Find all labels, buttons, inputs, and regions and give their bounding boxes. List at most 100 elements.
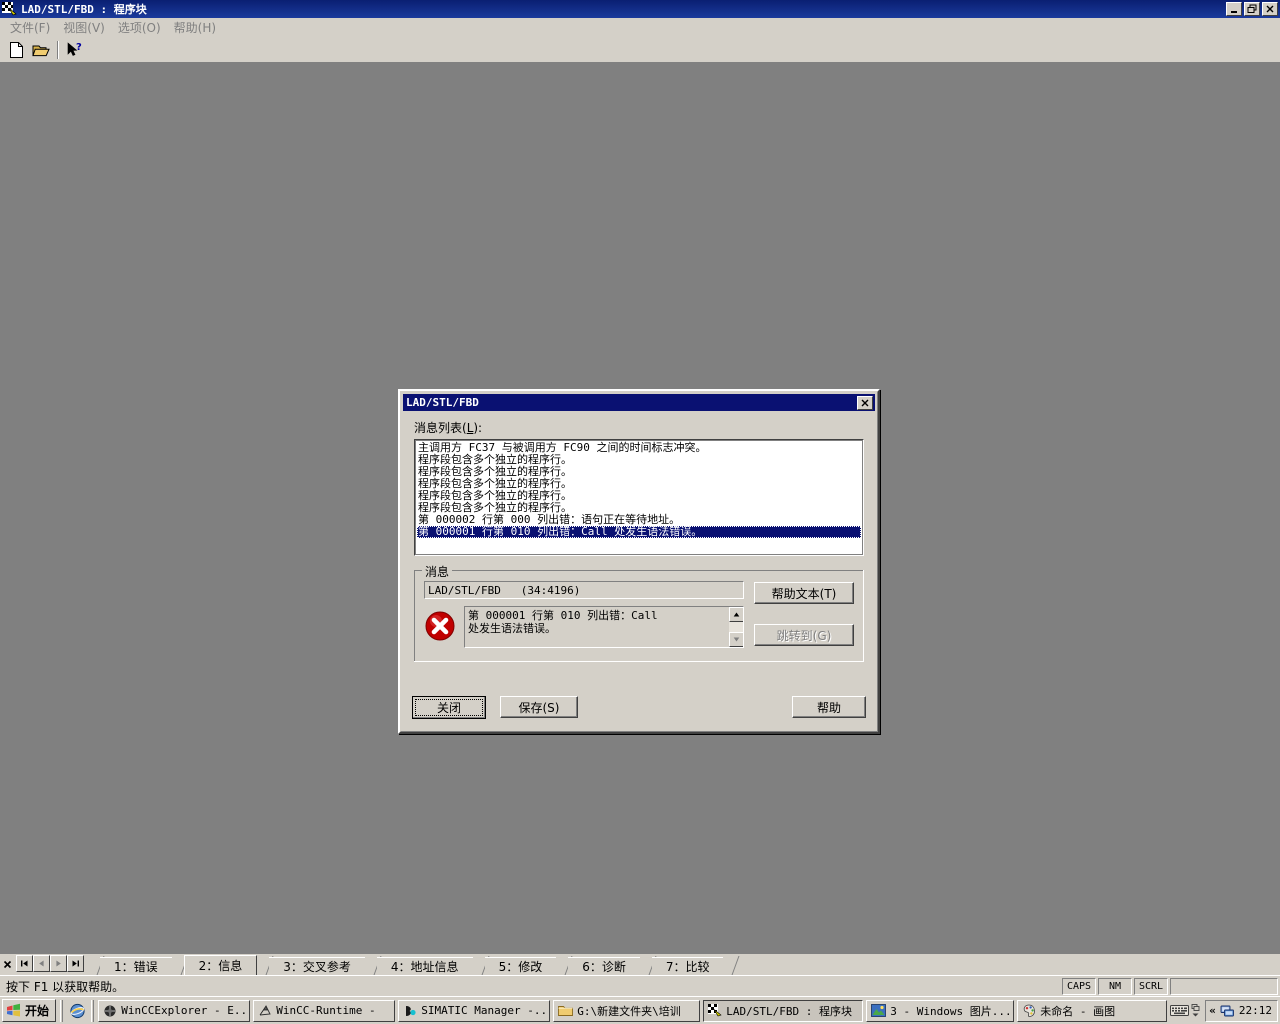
task-label: 未命名 - 画图: [1040, 1004, 1116, 1018]
menu-options[interactable]: 选项(O): [114, 17, 170, 38]
clock[interactable]: 22:12: [1239, 1004, 1272, 1017]
tab-separator: [365, 956, 377, 975]
windows-flag-icon: [6, 1003, 22, 1018]
toolbar-separator: [57, 40, 59, 59]
help-button[interactable]: 帮助: [792, 696, 866, 718]
lad-stl-fbd-icon: [2, 2, 18, 16]
quicklaunch-ie-icon[interactable]: [67, 1001, 87, 1021]
message-group-legend: 消息: [422, 563, 453, 580]
task-windows-picture-viewer[interactable]: 3 - Windows 图片...: [866, 999, 1015, 1022]
help-text-button[interactable]: 帮助文本(T): [754, 582, 854, 604]
task-wincc-explorer[interactable]: WinCCExplorer - E...: [98, 999, 251, 1022]
tab-errors[interactable]: 1：错误: [100, 957, 172, 975]
task-button-list: WinCCExplorer - E... WinCC-Runtime - SIM…: [98, 999, 1168, 1022]
tab-diagnostics[interactable]: 6：诊断: [568, 957, 640, 975]
menu-file[interactable]: 文件(F): [6, 17, 59, 38]
goto-button: 跳转到(G): [754, 624, 854, 646]
tab-strip: 1：错误 2：信息 3：交叉参考 4：地址信息 5：修改 6：诊断 7：比较: [0, 953, 1280, 975]
mdi-workspace: LAD/STL/FBD 消息列表(L): 主调用方 FC37 与被调用方 FC9…: [0, 63, 1280, 953]
tab-nav-prev[interactable]: [33, 955, 50, 972]
new-document-button[interactable]: [4, 39, 28, 61]
tabstrip-close-icon[interactable]: [1, 956, 14, 972]
message-group-box: 消息 LAD/STL/FBD (34:4196) 第 000001 行第 010…: [414, 563, 864, 662]
menu-view[interactable]: 视图(V): [59, 17, 114, 38]
context-help-button[interactable]: ?: [63, 39, 87, 61]
scroll-down-button[interactable]: [729, 632, 743, 647]
task-paint[interactable]: 未命名 - 画图: [1017, 999, 1168, 1022]
tab-compare[interactable]: 7：比较: [651, 957, 724, 975]
tabs-area: 1：错误 2：信息 3：交叉参考 4：地址信息 5：修改 6：诊断 7：比较: [88, 955, 1280, 975]
task-label: LAD/STL/FBD : 程序块: [726, 1004, 852, 1018]
tab-separator: [473, 956, 485, 975]
tray-expand-icon[interactable]: «: [1209, 1004, 1216, 1017]
message-detail-text: 第 000001 行第 010 列出错：Call 处发生语法错误。: [468, 609, 658, 635]
runtime-icon: [258, 1004, 272, 1018]
task-label: WinCC-Runtime -: [276, 1004, 376, 1017]
minimize-button[interactable]: [1226, 2, 1242, 16]
task-label: 3 - Windows 图片...: [890, 1004, 1010, 1018]
restore-button[interactable]: [1244, 2, 1260, 16]
context-help-icon: ?: [66, 42, 84, 58]
dialog-titlebar: LAD/STL/FBD: [403, 394, 875, 411]
list-item-selected[interactable]: 第 000001 行第 010 列出错：Call 处发生语法错误。: [417, 526, 861, 538]
taskbar-separator: [60, 999, 64, 1022]
task-lad-stl-fbd[interactable]: LAD/STL/FBD : 程序块: [703, 999, 864, 1022]
message-listbox[interactable]: 主调用方 FC37 与被调用方 FC90 之间的时间标志冲突。 程序段包含多个独…: [414, 439, 864, 556]
task-explorer-folder[interactable]: G:\新建文件夹\培训: [553, 999, 701, 1022]
close-button[interactable]: [1262, 2, 1278, 16]
window-controls: [1226, 2, 1278, 16]
folder-icon: [558, 1004, 574, 1017]
dialog-title: LAD/STL/FBD: [406, 396, 479, 409]
status-bar: 按下 F1 以获取帮助。 CAPS NM SCRL: [0, 975, 1280, 996]
lad-stl-fbd-dialog: LAD/STL/FBD 消息列表(L): 主调用方 FC37 与被调用方 FC9…: [398, 389, 880, 734]
taskbar-separator: [91, 999, 95, 1022]
task-simatic-manager[interactable]: SIMATIC Manager -...: [398, 999, 551, 1022]
quick-launch-bar: [67, 1001, 87, 1021]
tab-modify[interactable]: 5：修改: [484, 957, 557, 975]
tab-separator: [172, 956, 184, 975]
tab-nav-last[interactable]: [67, 955, 84, 972]
open-folder-button[interactable]: [29, 39, 53, 61]
tab-separator: [723, 956, 735, 975]
dialog-button-row: 关闭 保存(S) 帮助: [412, 695, 866, 719]
taskbar: 开始 WinCCExplorer - E... WinCC-Runtime - …: [0, 996, 1280, 1024]
open-folder-icon: [32, 42, 50, 58]
message-source-field: LAD/STL/FBD (34:4196): [424, 581, 744, 599]
tab-nav-first[interactable]: [16, 955, 33, 972]
keyboard-icon[interactable]: [1170, 1003, 1190, 1018]
status-num: NM: [1098, 977, 1132, 995]
tab-cross-reference[interactable]: 3：交叉参考: [269, 957, 365, 975]
ime-expand-button[interactable]: [1191, 1004, 1200, 1017]
lad-icon: [708, 1004, 722, 1017]
new-document-icon: [9, 41, 24, 58]
scroll-up-button[interactable]: [729, 607, 743, 622]
tabstrip-nav-buttons: [16, 955, 84, 972]
start-button[interactable]: 开始: [2, 999, 57, 1022]
status-caps: CAPS: [1062, 977, 1096, 995]
status-scroll: SCRL: [1134, 977, 1168, 995]
tab-separator: [88, 956, 100, 975]
menu-help[interactable]: 帮助(H): [170, 17, 225, 38]
error-icon: [424, 610, 456, 642]
system-tray: « 22:12: [1205, 999, 1278, 1022]
status-hint: 按下 F1 以获取帮助。: [6, 979, 125, 994]
tab-nav-next[interactable]: [50, 955, 67, 972]
application-window: LAD/STL/FBD : 程序块 文件(F) 视图(V) 选项(O) 帮助(H…: [0, 0, 1280, 996]
tab-address-info[interactable]: 4：地址信息: [376, 957, 473, 975]
task-label: SIMATIC Manager -...: [421, 1004, 546, 1017]
scrollbar-track[interactable]: [729, 622, 743, 632]
simatic-icon: [403, 1004, 417, 1018]
focus-ring: [415, 698, 483, 716]
close-button[interactable]: 关闭: [412, 695, 486, 719]
wincc-icon: [103, 1004, 117, 1018]
task-wincc-runtime[interactable]: WinCC-Runtime -: [253, 999, 396, 1022]
tab-info[interactable]: 2：信息: [183, 955, 258, 975]
network-icon[interactable]: [1220, 1004, 1235, 1018]
save-button[interactable]: 保存(S): [500, 696, 578, 718]
status-spare-panel: [1170, 977, 1278, 995]
dialog-close-button[interactable]: [857, 395, 873, 410]
message-detail-box: 第 000001 行第 010 列出错：Call 处发生语法错误。: [464, 606, 744, 648]
message-detail-scrollbar[interactable]: [728, 607, 743, 647]
message-list-label: 消息列表(L):: [414, 421, 483, 435]
tab-separator: [556, 956, 568, 975]
